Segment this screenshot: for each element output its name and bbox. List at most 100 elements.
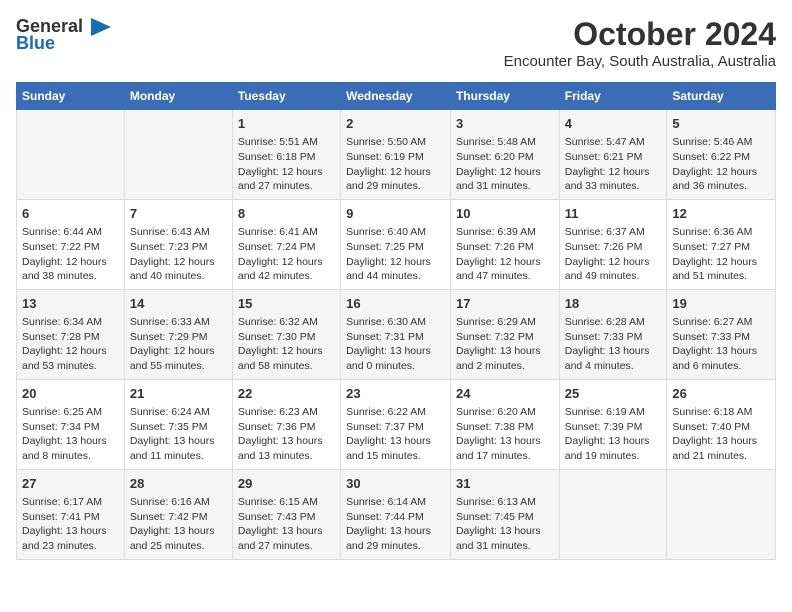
- subtitle: Encounter Bay, South Australia, Australi…: [504, 53, 776, 70]
- day-number: 5: [672, 115, 770, 133]
- cell-text: Sunrise: 6:41 AM: [238, 225, 335, 240]
- cell-text: Daylight: 13 hours: [130, 524, 227, 539]
- cell-text: and 4 minutes.: [565, 359, 662, 374]
- cell-text: Daylight: 13 hours: [456, 344, 554, 359]
- cell-text: Daylight: 13 hours: [672, 344, 770, 359]
- calendar-cell: [559, 469, 667, 559]
- cell-text: Sunrise: 6:17 AM: [22, 495, 119, 510]
- day-number: 10: [456, 205, 554, 223]
- cell-text: Sunrise: 5:51 AM: [238, 135, 335, 150]
- cell-text: and 40 minutes.: [130, 269, 227, 284]
- day-number: 22: [238, 385, 335, 403]
- cell-text: and 2 minutes.: [456, 359, 554, 374]
- cell-text: Sunset: 7:35 PM: [130, 420, 227, 435]
- calendar-cell: 14Sunrise: 6:33 AMSunset: 7:29 PMDayligh…: [124, 289, 232, 379]
- calendar-cell: 18Sunrise: 6:28 AMSunset: 7:33 PMDayligh…: [559, 289, 667, 379]
- cell-text: Sunset: 7:39 PM: [565, 420, 662, 435]
- cell-text: Sunrise: 6:22 AM: [346, 405, 445, 420]
- calendar-table: SundayMondayTuesdayWednesdayThursdayFrid…: [16, 82, 776, 560]
- calendar-cell: 17Sunrise: 6:29 AMSunset: 7:32 PMDayligh…: [450, 289, 559, 379]
- cell-text: Daylight: 12 hours: [238, 165, 335, 180]
- cell-text: Daylight: 13 hours: [456, 524, 554, 539]
- cell-text: Daylight: 12 hours: [130, 344, 227, 359]
- cell-text: Sunset: 7:45 PM: [456, 510, 554, 525]
- day-number: 19: [672, 295, 770, 313]
- cell-text: Daylight: 12 hours: [346, 255, 445, 270]
- cell-text: Sunset: 7:24 PM: [238, 240, 335, 255]
- cell-text: Daylight: 13 hours: [346, 524, 445, 539]
- calendar-cell: 26Sunrise: 6:18 AMSunset: 7:40 PMDayligh…: [667, 379, 776, 469]
- calendar-cell: 16Sunrise: 6:30 AMSunset: 7:31 PMDayligh…: [341, 289, 451, 379]
- cell-text: Daylight: 13 hours: [130, 434, 227, 449]
- cell-text: Sunset: 7:25 PM: [346, 240, 445, 255]
- cell-text: Daylight: 12 hours: [456, 255, 554, 270]
- cell-text: Sunrise: 6:13 AM: [456, 495, 554, 510]
- calendar-cell: 9Sunrise: 6:40 AMSunset: 7:25 PMDaylight…: [341, 199, 451, 289]
- day-number: 8: [238, 205, 335, 223]
- calendar-cell: [17, 110, 125, 200]
- logo: General Blue: [16, 16, 113, 54]
- cell-text: and 53 minutes.: [22, 359, 119, 374]
- calendar-header: SundayMondayTuesdayWednesdayThursdayFrid…: [17, 83, 776, 110]
- cell-text: Sunset: 7:26 PM: [456, 240, 554, 255]
- cell-text: Daylight: 13 hours: [22, 524, 119, 539]
- cell-text: Sunset: 7:42 PM: [130, 510, 227, 525]
- cell-text: and 27 minutes.: [238, 179, 335, 194]
- cell-text: and 25 minutes.: [130, 539, 227, 554]
- cell-text: Sunrise: 5:50 AM: [346, 135, 445, 150]
- cell-text: Sunset: 7:27 PM: [672, 240, 770, 255]
- calendar-cell: 28Sunrise: 6:16 AMSunset: 7:42 PMDayligh…: [124, 469, 232, 559]
- cell-text: and 11 minutes.: [130, 449, 227, 464]
- cell-text: Sunset: 7:34 PM: [22, 420, 119, 435]
- cell-text: Daylight: 12 hours: [130, 255, 227, 270]
- cell-text: Sunrise: 6:20 AM: [456, 405, 554, 420]
- cell-text: and 49 minutes.: [565, 269, 662, 284]
- cell-text: Daylight: 12 hours: [238, 255, 335, 270]
- cell-text: Sunset: 7:43 PM: [238, 510, 335, 525]
- day-number: 18: [565, 295, 662, 313]
- cell-text: Sunset: 6:20 PM: [456, 150, 554, 165]
- cell-text: Sunrise: 5:46 AM: [672, 135, 770, 150]
- cell-text: Sunrise: 6:25 AM: [22, 405, 119, 420]
- day-number: 27: [22, 475, 119, 493]
- cell-text: Sunset: 7:29 PM: [130, 330, 227, 345]
- week-row-4: 20Sunrise: 6:25 AMSunset: 7:34 PMDayligh…: [17, 379, 776, 469]
- calendar-cell: 12Sunrise: 6:36 AMSunset: 7:27 PMDayligh…: [667, 199, 776, 289]
- cell-text: and 17 minutes.: [456, 449, 554, 464]
- day-number: 16: [346, 295, 445, 313]
- calendar-cell: 21Sunrise: 6:24 AMSunset: 7:35 PMDayligh…: [124, 379, 232, 469]
- logo-blue-text: Blue: [16, 34, 55, 54]
- cell-text: Sunrise: 6:33 AM: [130, 315, 227, 330]
- page-header: General Blue October 2024 Encounter Bay,…: [16, 16, 776, 70]
- cell-text: Daylight: 12 hours: [565, 255, 662, 270]
- day-number: 17: [456, 295, 554, 313]
- calendar-cell: 4Sunrise: 5:47 AMSunset: 6:21 PMDaylight…: [559, 110, 667, 200]
- calendar-cell: 23Sunrise: 6:22 AMSunset: 7:37 PMDayligh…: [341, 379, 451, 469]
- day-number: 11: [565, 205, 662, 223]
- cell-text: Daylight: 13 hours: [672, 434, 770, 449]
- cell-text: Sunrise: 6:34 AM: [22, 315, 119, 330]
- cell-text: Sunset: 7:36 PM: [238, 420, 335, 435]
- header-day-wednesday: Wednesday: [341, 83, 451, 110]
- day-number: 28: [130, 475, 227, 493]
- day-number: 3: [456, 115, 554, 133]
- day-number: 15: [238, 295, 335, 313]
- calendar-cell: 29Sunrise: 6:15 AMSunset: 7:43 PMDayligh…: [232, 469, 340, 559]
- cell-text: Daylight: 12 hours: [22, 255, 119, 270]
- cell-text: Sunset: 7:33 PM: [565, 330, 662, 345]
- header-day-tuesday: Tuesday: [232, 83, 340, 110]
- cell-text: Daylight: 12 hours: [456, 165, 554, 180]
- cell-text: Sunrise: 5:47 AM: [565, 135, 662, 150]
- calendar-cell: 30Sunrise: 6:14 AMSunset: 7:44 PMDayligh…: [341, 469, 451, 559]
- cell-text: Daylight: 12 hours: [672, 165, 770, 180]
- cell-text: Sunset: 6:19 PM: [346, 150, 445, 165]
- header-row: SundayMondayTuesdayWednesdayThursdayFrid…: [17, 83, 776, 110]
- cell-text: Sunset: 7:41 PM: [22, 510, 119, 525]
- day-number: 7: [130, 205, 227, 223]
- cell-text: and 55 minutes.: [130, 359, 227, 374]
- cell-text: Sunrise: 6:23 AM: [238, 405, 335, 420]
- cell-text: Sunrise: 6:44 AM: [22, 225, 119, 240]
- calendar-cell: 10Sunrise: 6:39 AMSunset: 7:26 PMDayligh…: [450, 199, 559, 289]
- cell-text: and 47 minutes.: [456, 269, 554, 284]
- cell-text: Sunrise: 6:30 AM: [346, 315, 445, 330]
